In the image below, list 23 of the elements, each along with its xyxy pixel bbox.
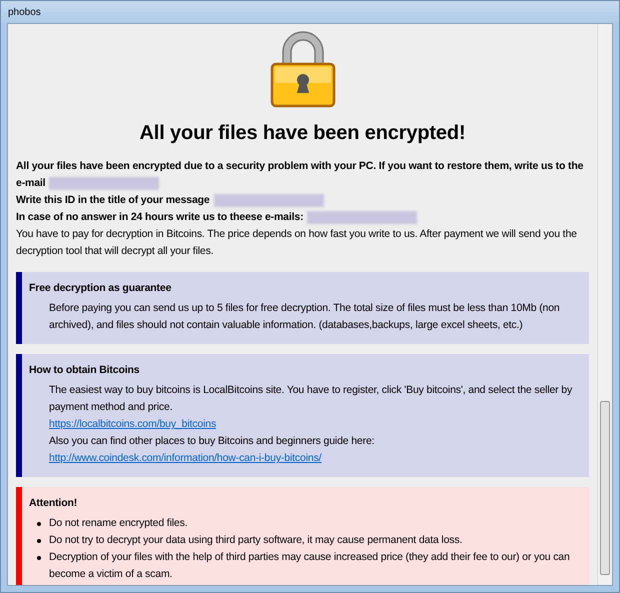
link[interactable]: https://localbitcoins.com/buy_bitcoins [49, 418, 216, 430]
link[interactable]: http://www.coindesk.com/information/how-can-i-buy-bitcoins/ [49, 452, 322, 464]
bullet-icon [37, 522, 41, 526]
panel-text: Also you can find other places to buy Bitcoins and beginners guide here: [48, 434, 376, 449]
scrollbar[interactable] [597, 24, 612, 585]
list-item-text: Do not try to decrypt your data using third party software, it may cause permanent data loss. [49, 533, 462, 548]
message-text: You have to pay for decryption in Bitcoins. The price depends on how fast you write to us. After payment we will send you the decryption tool that will decrypt all your files. [16, 227, 578, 259]
list-item-text: Decryption of your files with the help of third parties may cause increased price (they add their fee to our) or you can become a victim of a scam. [49, 550, 571, 582]
panel-title: Free decryption as guarantee [29, 281, 172, 296]
padlock-icon [270, 30, 336, 108]
panel-text: Before paying you can send us up to 5 files for free decryption. The total size of files must be less than 10Mb (non archived), and files should not contain valuable information. (databases,backups, large excel sheets, etc.) [48, 301, 561, 333]
message-text: In case of no answer in 24 hours write us to theese e-mails: [16, 209, 418, 226]
panel-text: The easiest way to buy bitcoins is LocalBitcoins site. You have to register, click 'Buy bitcoins', and select the seller by payment method and price. [48, 383, 574, 415]
page-heading: All your files have been encrypted! [138, 121, 466, 146]
bullet-icon [37, 556, 41, 560]
bullet-icon [37, 539, 41, 543]
list-item-text: Do not rename encrypted files. [49, 516, 188, 531]
message-text: Write this ID in the title of your message [16, 192, 324, 209]
scrollbar-thumb[interactable] [600, 401, 610, 575]
panel-title: How to obtain Bitcoins [29, 363, 140, 378]
window-title: phobos [8, 6, 41, 20]
message-text: All your files have been encrypted due to a security problem with your PC. If you want to restore them, write us to the e-mail [16, 159, 584, 192]
panel-title: Attention! [29, 496, 78, 511]
